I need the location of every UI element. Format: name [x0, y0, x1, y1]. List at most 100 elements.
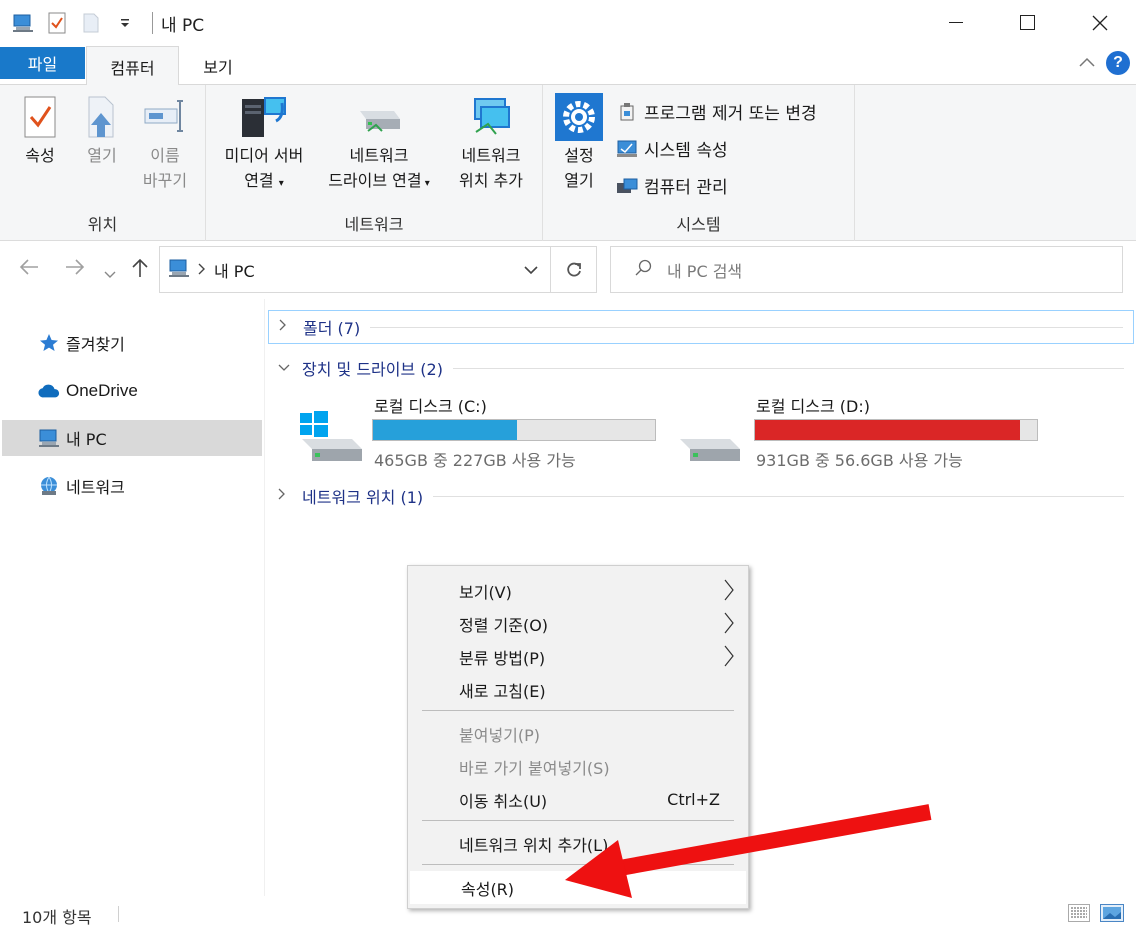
settings-gear-icon — [551, 91, 607, 143]
rename-label-2: 바꾸기 — [142, 171, 188, 190]
ribbon-group-network: 미디어 서버 연결 ▾ 네트워크 드라이브 연결 ▾ 네트워크 위치 추가 네트… — [206, 85, 543, 241]
status-bar: 10개 항목 — [0, 896, 1136, 932]
properties-label: 속성 — [25, 146, 55, 165]
collapse-chevron-icon[interactable] — [278, 360, 298, 376]
large-icons-view-icon[interactable] — [1100, 904, 1124, 926]
rename-button[interactable]: 이름 바꾸기 — [134, 91, 196, 193]
submenu-chevron-icon — [724, 645, 734, 671]
system-properties-icon — [616, 138, 638, 160]
menu-item-sort-by[interactable]: 정렬 기준(O) — [408, 607, 748, 640]
pc-icon — [10, 10, 36, 36]
menu-item-refresh[interactable]: 새로 고침(E) — [408, 673, 748, 706]
menu-item-label: 보기(V) — [459, 582, 512, 602]
section-divider — [452, 367, 1124, 369]
system-properties-button[interactable]: 시스템 속성 — [616, 136, 728, 161]
ribbon: 속성 열기 이름 바꾸기 위치 미디어 서버 연결 ▾ 네트워크 드라이브 연결… — [0, 85, 1136, 241]
new-folder-quick-icon[interactable] — [78, 10, 104, 36]
media-server-label-2: 연결 ▾ — [210, 168, 318, 196]
cloud-icon — [38, 380, 60, 402]
sidebar-label: 내 PC — [66, 430, 107, 449]
item-count: 10개 항목 — [22, 908, 92, 927]
menu-item-paste-shortcut[interactable]: 바로 가기 붙여넣기(S) — [408, 750, 748, 783]
add-location-label-2: 위치 추가 — [459, 171, 523, 190]
sidebar-item-quick-access[interactable]: 즐겨찾기 — [2, 325, 262, 361]
sidebar-item-my-pc[interactable]: 내 PC — [2, 420, 262, 456]
section-network-locations[interactable]: 네트워크 위치 (1) — [268, 479, 1134, 513]
open-button[interactable]: 열기 — [74, 91, 130, 168]
submenu-chevron-icon — [724, 579, 734, 605]
computer-management-icon — [616, 175, 638, 197]
collapse-ribbon-icon[interactable] — [1078, 54, 1096, 72]
status-separator — [118, 906, 119, 922]
section-devices[interactable]: 장치 및 드라이브 (2) — [268, 351, 1134, 385]
media-dropdown-icon: ▾ — [278, 178, 284, 189]
search-placeholder: 내 PC 검색 — [667, 261, 743, 281]
computer-management-button[interactable]: 컴퓨터 관리 — [616, 173, 728, 198]
forward-arrow-icon[interactable] — [64, 257, 86, 282]
map-network-drive-button[interactable]: 네트워크 드라이브 연결 ▾ — [316, 91, 442, 196]
menu-item-paste[interactable]: 붙여넣기(P) — [408, 717, 748, 750]
open-icon — [74, 91, 130, 143]
tab-view[interactable]: 보기 — [180, 46, 256, 85]
media-server-button[interactable]: 미디어 서버 연결 ▾ — [210, 91, 318, 196]
sidebar-label: 즐겨찾기 — [66, 335, 125, 354]
close-button[interactable] — [1064, 0, 1136, 46]
details-view-icon[interactable] — [1068, 904, 1090, 926]
search-box[interactable]: 내 PC 검색 — [610, 246, 1123, 293]
menu-item-label: 새로 고침(E) — [459, 681, 546, 701]
expand-chevron-icon[interactable] — [279, 319, 299, 335]
tab-computer[interactable]: 컴퓨터 — [86, 46, 179, 86]
uninstall-label: 프로그램 제거 또는 변경 — [644, 104, 817, 124]
menu-item-label: 정렬 기준(O) — [459, 615, 549, 635]
sidebar-label: OneDrive — [66, 381, 138, 400]
drive-c[interactable]: 로컬 디스크 (C:) 465GB 중 227GB 사용 가능 — [298, 393, 668, 473]
submenu-chevron-icon — [724, 612, 734, 638]
section-title-network-locations: 네트워크 위치 (1) — [302, 488, 424, 507]
add-network-location-button[interactable]: 네트워크 위치 추가 — [446, 91, 536, 193]
tab-file[interactable]: 파일 — [0, 47, 85, 79]
window-title: 내 PC — [161, 15, 205, 36]
menu-item-undo-move[interactable]: 이동 취소(U) Ctrl+Z — [408, 783, 748, 816]
network-globe-icon — [38, 475, 60, 497]
open-settings-button[interactable]: 설정 열기 — [551, 91, 607, 193]
system-drive-icon — [300, 411, 362, 461]
uninstall-program-button[interactable]: 프로그램 제거 또는 변경 — [616, 99, 817, 124]
help-icon[interactable]: ? — [1106, 51, 1130, 75]
menu-item-label: 이동 취소(U) — [459, 791, 548, 811]
properties-quick-icon[interactable] — [44, 10, 70, 36]
network-location-icon — [446, 91, 536, 143]
menu-item-label: 분류 방법(P) — [459, 648, 546, 668]
map-drive-label-2: 드라이브 연결 ▾ — [316, 168, 442, 196]
system-properties-label: 시스템 속성 — [644, 141, 728, 161]
media-server-label-1: 미디어 서버 — [224, 146, 304, 165]
section-folders[interactable]: 폴더 (7) — [268, 310, 1134, 344]
expand-chevron-icon[interactable] — [278, 488, 298, 504]
maximize-button[interactable] — [992, 0, 1064, 46]
media-server-label-2-text: 연결 — [244, 171, 274, 190]
breadcrumb-my-pc[interactable]: 내 PC — [214, 258, 255, 282]
menu-separator — [422, 864, 734, 865]
menu-item-view[interactable]: 보기(V) — [408, 574, 748, 607]
properties-button[interactable]: 속성 — [12, 91, 68, 168]
up-arrow-icon[interactable] — [130, 257, 150, 284]
map-drive-label-2-text: 드라이브 연결 — [328, 171, 422, 190]
drive-d[interactable]: 로컬 디스크 (D:) 931GB 중 56.6GB 사용 가능 — [680, 393, 1050, 473]
section-divider — [433, 495, 1124, 497]
refresh-button[interactable] — [550, 247, 596, 292]
sidebar-item-network[interactable]: 네트워크 — [2, 468, 262, 504]
rename-icon — [134, 91, 196, 143]
recent-locations-chevron-icon[interactable] — [104, 263, 116, 284]
breadcrumb-chevron-icon[interactable] — [198, 261, 206, 279]
menu-item-add-network-location[interactable]: 네트워크 위치 추가(L) — [408, 827, 748, 860]
menu-item-group-by[interactable]: 분류 방법(P) — [408, 640, 748, 673]
title-separator — [152, 12, 153, 34]
minimize-button[interactable] — [920, 0, 992, 46]
sidebar-item-onedrive[interactable]: OneDrive — [2, 373, 262, 409]
back-arrow-icon[interactable] — [18, 257, 40, 282]
customize-quick-access-icon[interactable] — [112, 10, 138, 36]
menu-item-shortcut: Ctrl+Z — [667, 790, 720, 809]
menu-separator — [422, 710, 734, 711]
address-bar[interactable]: 내 PC — [159, 246, 597, 293]
address-dropdown-icon[interactable] — [524, 261, 538, 279]
menu-item-label: 네트워크 위치 추가(L) — [459, 835, 609, 855]
